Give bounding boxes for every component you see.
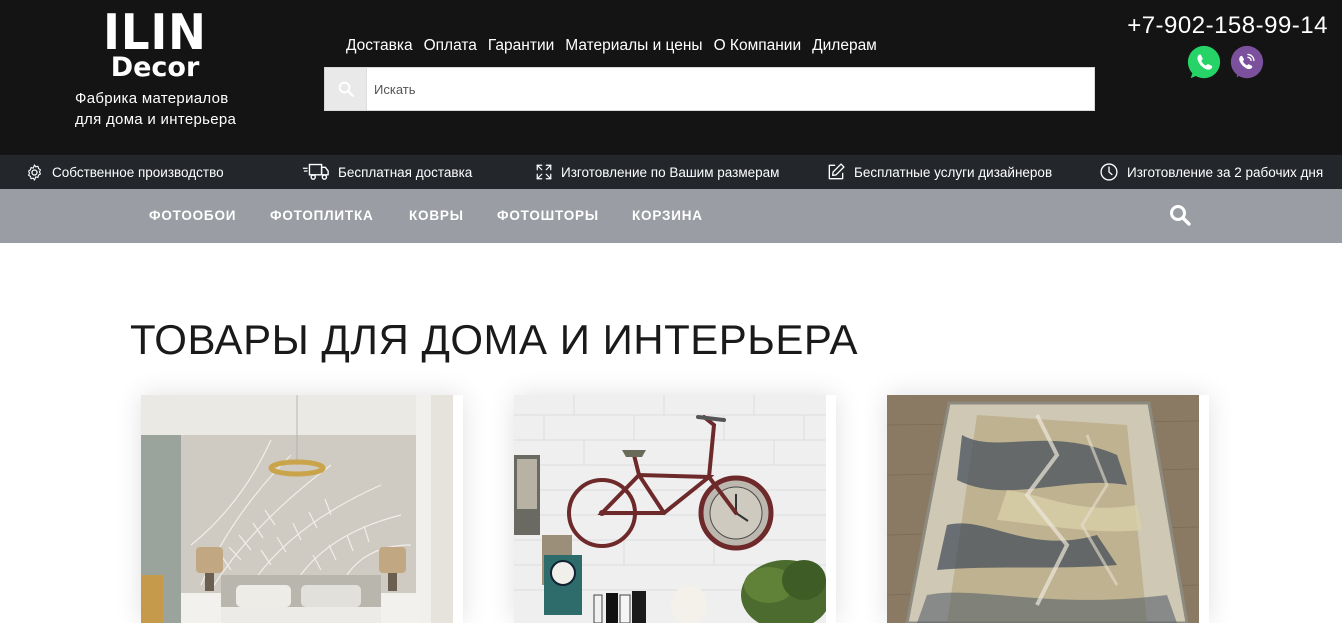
phone-number[interactable]: +7-902-158-99-14 xyxy=(1127,12,1328,40)
topnav-delivery[interactable]: Доставка xyxy=(346,37,413,55)
site-header: ILIN Decor Фабрика материалов для дома и… xyxy=(0,0,1342,155)
search-button[interactable] xyxy=(325,68,367,110)
edit-icon xyxy=(828,163,845,180)
topnav-warranty[interactable]: Гарантии xyxy=(488,37,554,55)
viber-icon[interactable] xyxy=(1228,44,1266,82)
resize-icon xyxy=(536,164,552,180)
tagline: Фабрика материалов для дома и интерьера xyxy=(75,88,255,130)
truck-icon xyxy=(302,163,329,180)
topnav-dealers[interactable]: Дилерам xyxy=(812,37,877,55)
main-nav: ФОТООБОИ ФОТОПЛИТКА КОВРЫ ФОТОШТОРЫ КОРЗ… xyxy=(0,189,1342,243)
feature-own-production: Собственное производство xyxy=(25,155,224,189)
logo-text-line1: ILIN xyxy=(103,4,207,61)
search-icon xyxy=(338,81,354,97)
search-icon[interactable] xyxy=(1168,203,1192,227)
feature-free-designers: Бесплатные услуги дизайнеров xyxy=(826,155,1052,189)
messenger-links xyxy=(1185,44,1266,82)
nav-cart[interactable]: КОРЗИНА xyxy=(632,208,703,223)
whatsapp-icon[interactable] xyxy=(1185,44,1223,82)
feature-two-days: Изготовление за 2 рабочих дня xyxy=(1099,155,1323,189)
features-strip: Собственное производство Бесплатная дост… xyxy=(0,155,1342,189)
clock-icon xyxy=(1100,163,1118,181)
gear-icon xyxy=(28,163,41,181)
feature-label: Бесплатная доставка xyxy=(338,164,473,180)
topnav-materials[interactable]: Материалы и цены xyxy=(565,37,702,55)
logo[interactable]: ILIN Decor xyxy=(90,4,220,81)
nav-carpets[interactable]: КОВРЫ xyxy=(409,208,464,223)
feature-label: Изготовление по Вашим размерам xyxy=(561,164,780,180)
tagline-line1: Фабрика материалов xyxy=(75,90,229,107)
product-card-wallpaper[interactable] xyxy=(141,395,463,623)
top-nav: Доставка Оплата Гарантии Материалы и цен… xyxy=(346,37,888,55)
feature-label: Бесплатные услуги дизайнеров xyxy=(854,164,1053,180)
feature-label: Изготовление за 2 рабочих дня xyxy=(1127,164,1324,180)
feature-custom-size: Изготовление по Вашим размерам xyxy=(535,155,779,189)
topnav-payment[interactable]: Оплата xyxy=(424,37,477,55)
product-image[interactable] xyxy=(887,395,1199,623)
nav-photo-wallpaper[interactable]: ФОТООБОИ xyxy=(149,208,236,223)
nav-photo-tiles[interactable]: ФОТОПЛИТКА xyxy=(270,208,374,223)
page-title: ТОВАРЫ ДЛЯ ДОМА И ИНТЕРЬЕРА xyxy=(130,316,859,363)
topnav-about[interactable]: О Компании xyxy=(714,37,802,55)
tagline-line2: для дома и интерьера xyxy=(75,111,237,128)
product-image[interactable] xyxy=(141,395,453,623)
product-card-decor[interactable] xyxy=(514,395,836,623)
nav-photo-curtains[interactable]: ФОТОШТОРЫ xyxy=(497,208,599,223)
feature-label: Собственное производство xyxy=(52,164,224,180)
search-input[interactable] xyxy=(367,68,1094,110)
header-search xyxy=(324,67,1095,111)
product-image[interactable] xyxy=(514,395,826,623)
feature-free-delivery: Бесплатная доставка xyxy=(302,155,472,189)
product-card-carpet[interactable] xyxy=(887,395,1209,623)
